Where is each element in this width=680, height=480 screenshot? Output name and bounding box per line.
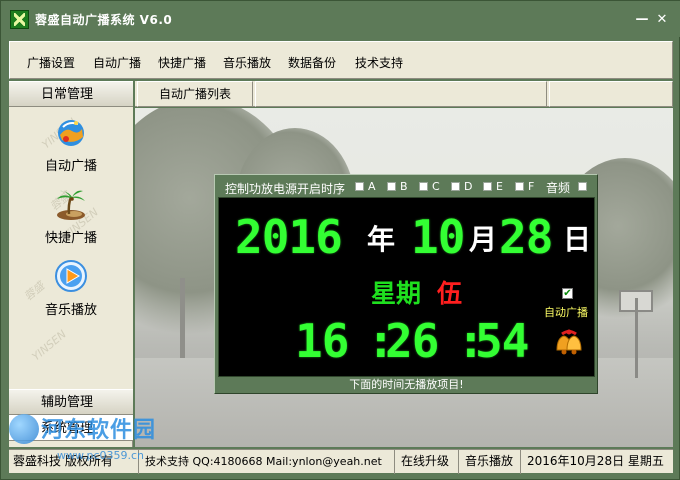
weekday-prefix: 星期 — [371, 279, 422, 308]
globe-broadcast-icon — [58, 120, 84, 146]
app-logo-icon — [10, 10, 29, 29]
bell-icon — [556, 329, 582, 355]
sidebar-item-label: 音乐播放 — [44, 303, 97, 318]
channel-f-label: F — [528, 180, 535, 193]
menu-quick-broadcast[interactable]: 快捷广播 — [158, 54, 206, 71]
channel-f-checkbox[interactable] — [515, 182, 524, 191]
channel-d-label: D — [464, 180, 473, 193]
date-month-unit: 月 — [469, 223, 498, 256]
panel-status-text: 下面的时间无播放项目! — [349, 378, 464, 391]
audio-label: 音频 — [546, 181, 571, 195]
palm-island-icon — [57, 190, 85, 220]
minimize-button[interactable]: — — [635, 13, 649, 27]
sidebar: 日常管理 YINSEN 蓉盛 YINSEN 蓉盛 YINSEN 自动广播 — [9, 81, 133, 447]
menu-broadcast-settings[interactable]: 广播设置 — [27, 54, 75, 71]
status-contact: 技术支持 QQ:4180668 Mail:ynlon@yeah.net — [141, 450, 395, 474]
tab-auto-broadcast-list[interactable]: 自动广播列表 — [137, 81, 253, 107]
site-watermark-logo-icon — [9, 414, 39, 444]
channel-c-checkbox[interactable] — [419, 182, 428, 191]
channel-a-checkbox[interactable] — [355, 182, 364, 191]
channel-c-label: C — [432, 180, 440, 193]
channel-e-checkbox[interactable] — [483, 182, 492, 191]
watermark-text: YINSEN — [29, 327, 69, 364]
menu-tech-support[interactable]: 技术支持 — [355, 54, 403, 71]
date-month-digits: 10 — [411, 210, 465, 264]
led-display: 2016 年 10 月 28 日 星期 伍 ✔ 自动广播 16 : 26 : 5… — [218, 197, 595, 377]
power-sequence-label: 控制功放电源开启时序 — [225, 182, 346, 196]
auto-broadcast-checkbox[interactable]: ✔ — [562, 288, 573, 299]
status-online-upgrade[interactable]: 在线升级 — [397, 450, 459, 474]
channel-d-checkbox[interactable] — [451, 182, 460, 191]
play-icon — [55, 260, 87, 292]
tab-strip: 自动广播列表 — [135, 81, 673, 107]
auto-broadcast-checkbox-label: 自动广播 — [544, 306, 588, 319]
sidebar-item-auto-broadcast[interactable]: 自动广播 — [9, 115, 133, 183]
date-day-digits: 28 — [499, 210, 553, 264]
app-window: 蓉盛自动广播系统 V6.0 — ✕ 广播设置 自动广播 快捷广播 音乐播放 数据… — [0, 0, 680, 480]
tab-strip-panel — [549, 81, 673, 107]
status-music-play[interactable]: 音乐播放 — [461, 450, 521, 474]
date-day-unit: 日 — [563, 223, 592, 256]
sidebar-item-quick-broadcast[interactable]: 快捷广播 — [9, 187, 133, 255]
window-title: 蓉盛自动广播系统 V6.0 — [35, 13, 173, 27]
audio-checkbox[interactable] — [578, 182, 587, 191]
site-watermark-text: 河东软件园 — [41, 418, 157, 443]
title-bar: 蓉盛自动广播系统 V6.0 — ✕ — [1, 1, 680, 37]
photo-basketball-post — [635, 298, 638, 378]
sidebar-item-music-play[interactable]: 音乐播放 — [9, 259, 133, 327]
date-year-digits: 2016 — [235, 210, 343, 264]
sidebar-item-label: 自动广播 — [44, 159, 97, 174]
channel-a-label: A — [368, 180, 376, 193]
daily-management-body: YINSEN 蓉盛 YINSEN 蓉盛 YINSEN 自动广播 — [9, 107, 133, 389]
time-hours-digits: 16 — [295, 314, 349, 368]
channel-b-label: B — [400, 180, 408, 193]
date-year-unit: 年 — [367, 223, 396, 256]
status-date: 2016年10月28日 星期五 — [527, 454, 664, 468]
close-button[interactable]: ✕ — [655, 13, 669, 27]
daily-management-header[interactable]: 日常管理 — [9, 81, 133, 107]
menu-data-backup[interactable]: 数据备份 — [288, 54, 336, 71]
weekday-value: 伍 — [437, 279, 463, 308]
menu-auto-broadcast[interactable]: 自动广播 — [93, 54, 141, 71]
menu-music-play[interactable]: 音乐播放 — [223, 54, 271, 71]
tab-strip-panel — [255, 81, 547, 107]
channel-b-checkbox[interactable] — [387, 182, 396, 191]
menu-bar: 广播设置 自动广播 快捷广播 音乐播放 数据备份 技术支持 — [9, 41, 673, 79]
time-minutes-digits: 26 — [385, 314, 439, 368]
power-sequence-row: 控制功放电源开启时序 A B C D E F 音频 — [215, 175, 597, 197]
channel-e-label: E — [496, 180, 503, 193]
time-seconds-digits: 54 — [475, 314, 529, 368]
clock-panel: 控制功放电源开启时序 A B C D E F 音频 2016 年 10 月 28… — [214, 174, 598, 394]
sidebar-item-label: 快捷广播 — [44, 231, 97, 246]
site-watermark-url: www.pc0359.cn — [57, 449, 145, 462]
